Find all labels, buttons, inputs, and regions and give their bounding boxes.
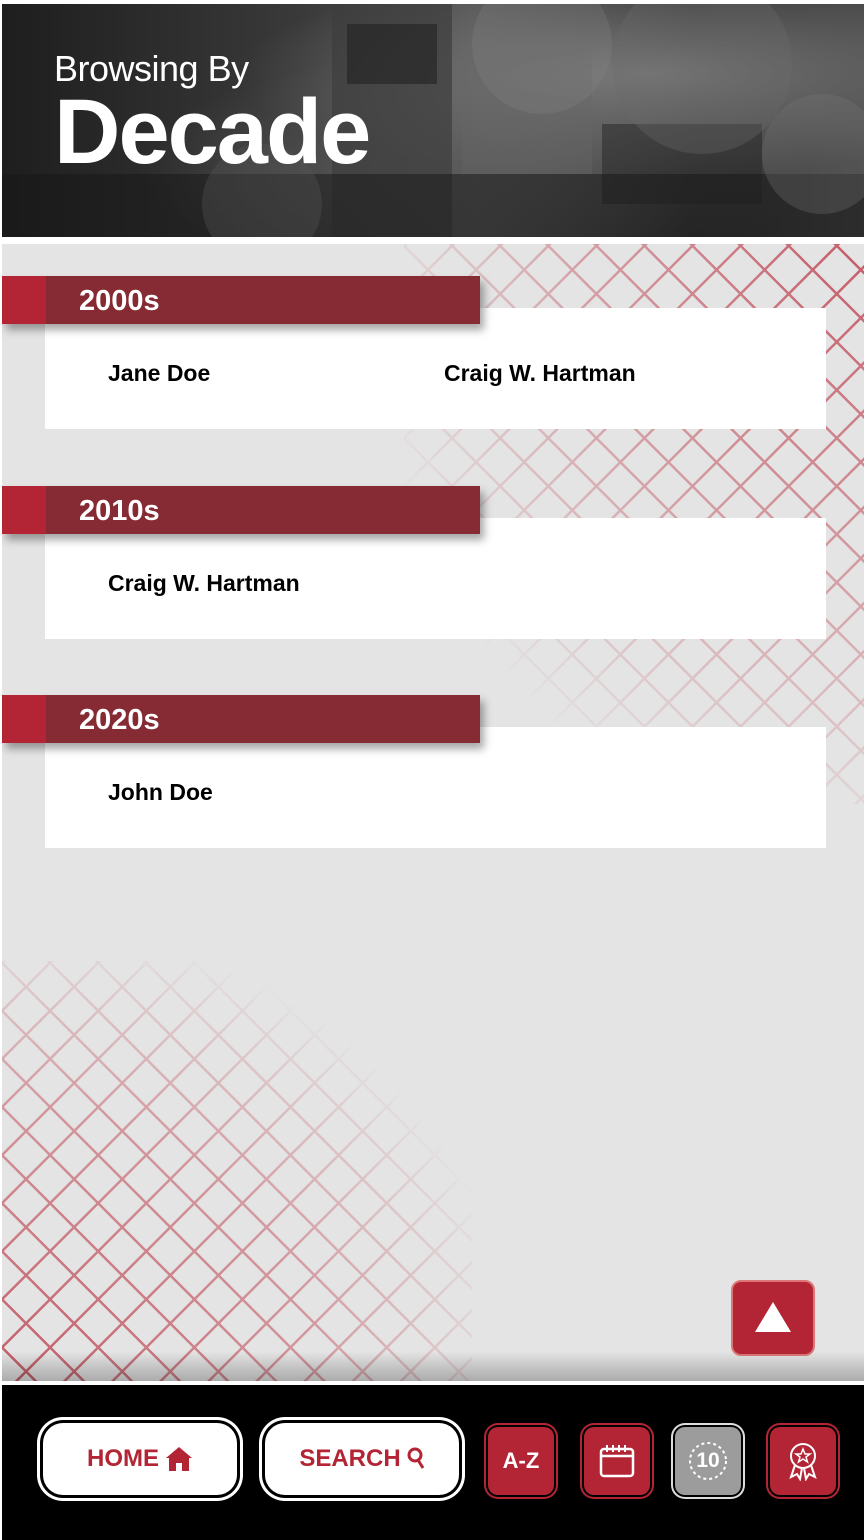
calendar-icon — [599, 1445, 635, 1478]
home-button[interactable]: HOME — [43, 1423, 237, 1495]
bottom-nav: HOME SEARCH A-Z 10 — [2, 1385, 864, 1540]
decade-browse-button[interactable] — [584, 1427, 650, 1495]
home-button-label: HOME — [87, 1445, 159, 1472]
az-label: A-Z — [502, 1448, 540, 1473]
names-card: Jane Doe Craig W. Hartman — [45, 308, 826, 429]
decade-label: 2010s — [79, 495, 160, 527]
top-ten-button[interactable]: 10 — [675, 1427, 741, 1495]
scroll-to-top-button[interactable] — [731, 1280, 815, 1356]
decade-list-area[interactable]: 2000s Jane Doe Craig W. Hartman 2010s Cr… — [2, 244, 864, 1381]
decade-header: 2010s — [2, 486, 480, 534]
page-title: Decade — [54, 81, 371, 183]
ten-label: 10 — [696, 1449, 720, 1472]
decade-header: 2020s — [2, 695, 480, 743]
content-bottom-shadow — [2, 1351, 864, 1381]
decorative-lattice-bottom-left — [2, 961, 472, 1381]
person-link[interactable]: Craig W. Hartman — [444, 360, 636, 387]
triangle-up-icon — [755, 1302, 791, 1332]
names-card: John Doe — [45, 727, 826, 848]
decade-header-accent — [2, 276, 46, 324]
decade-header: 2000s — [2, 276, 480, 324]
search-button[interactable]: SEARCH — [265, 1423, 459, 1495]
awards-button[interactable] — [770, 1427, 836, 1495]
person-link[interactable]: Jane Doe — [108, 360, 210, 387]
person-link[interactable]: John Doe — [108, 779, 213, 806]
decade-label: 2020s — [79, 704, 160, 736]
house-icon — [166, 1447, 192, 1471]
names-card: Craig W. Hartman — [45, 518, 826, 639]
magnifier-icon — [407, 1447, 424, 1469]
person-link[interactable]: Craig W. Hartman — [108, 570, 300, 597]
page-header: Browsing By Decade — [2, 4, 864, 237]
decade-header-accent — [2, 486, 46, 534]
decade-label: 2000s — [79, 285, 160, 317]
az-browse-button[interactable]: A-Z — [488, 1427, 554, 1495]
search-button-label: SEARCH — [299, 1445, 401, 1472]
award-ribbon-icon — [789, 1443, 817, 1481]
decade-header-accent — [2, 695, 46, 743]
